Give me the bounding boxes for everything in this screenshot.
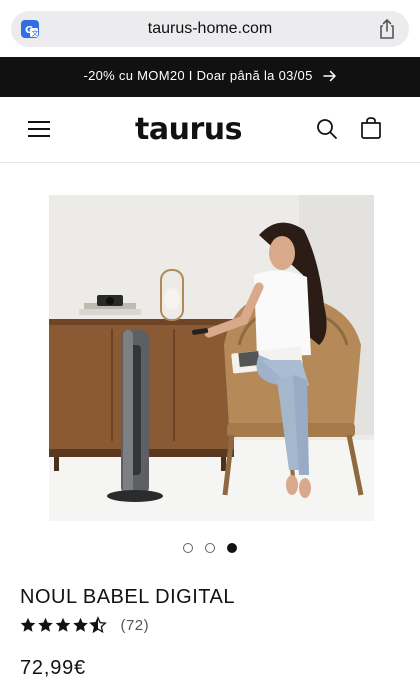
cart-icon[interactable]: [359, 116, 383, 140]
carousel-dot-1[interactable]: [182, 543, 193, 553]
star-icon: [38, 617, 53, 632]
url-text[interactable]: taurus-home.com: [11, 20, 409, 38]
announcement-bar[interactable]: -20% cu MOM20 I Doar până la 03/05: [0, 57, 420, 97]
rating-stars: [20, 617, 106, 633]
star-icon: [20, 617, 36, 632]
search-icon[interactable]: [316, 118, 338, 140]
product-price: 72,99€: [20, 657, 86, 679]
carousel-dot-2[interactable]: [205, 543, 215, 553]
arrow-right-icon: [322, 70, 336, 82]
product-photo-illustration: [49, 195, 374, 521]
announcement-text[interactable]: -20% cu MOM20 I Doar până la 03/05: [83, 68, 312, 83]
url-field[interactable]: G 文 taurus-home.com: [11, 11, 409, 47]
site-header: taurus: [0, 97, 420, 163]
hamburger-menu-icon[interactable]: [28, 119, 50, 139]
star-icon: [73, 617, 88, 632]
product-image[interactable]: [49, 195, 374, 521]
rating-count[interactable]: (72): [120, 617, 149, 634]
product-rating[interactable]: (72): [20, 616, 149, 638]
half-star-icon: [90, 617, 106, 633]
share-icon[interactable]: [377, 18, 397, 40]
star-icon: [55, 617, 71, 632]
brand-logo[interactable]: taurus: [135, 112, 242, 147]
carousel-dots: [0, 540, 420, 553]
browser-address-bar: G 文 taurus-home.com: [0, 0, 420, 57]
carousel-dot-3[interactable]: [227, 543, 238, 553]
product-title: NOUL BABEL DIGITAL: [20, 586, 235, 608]
